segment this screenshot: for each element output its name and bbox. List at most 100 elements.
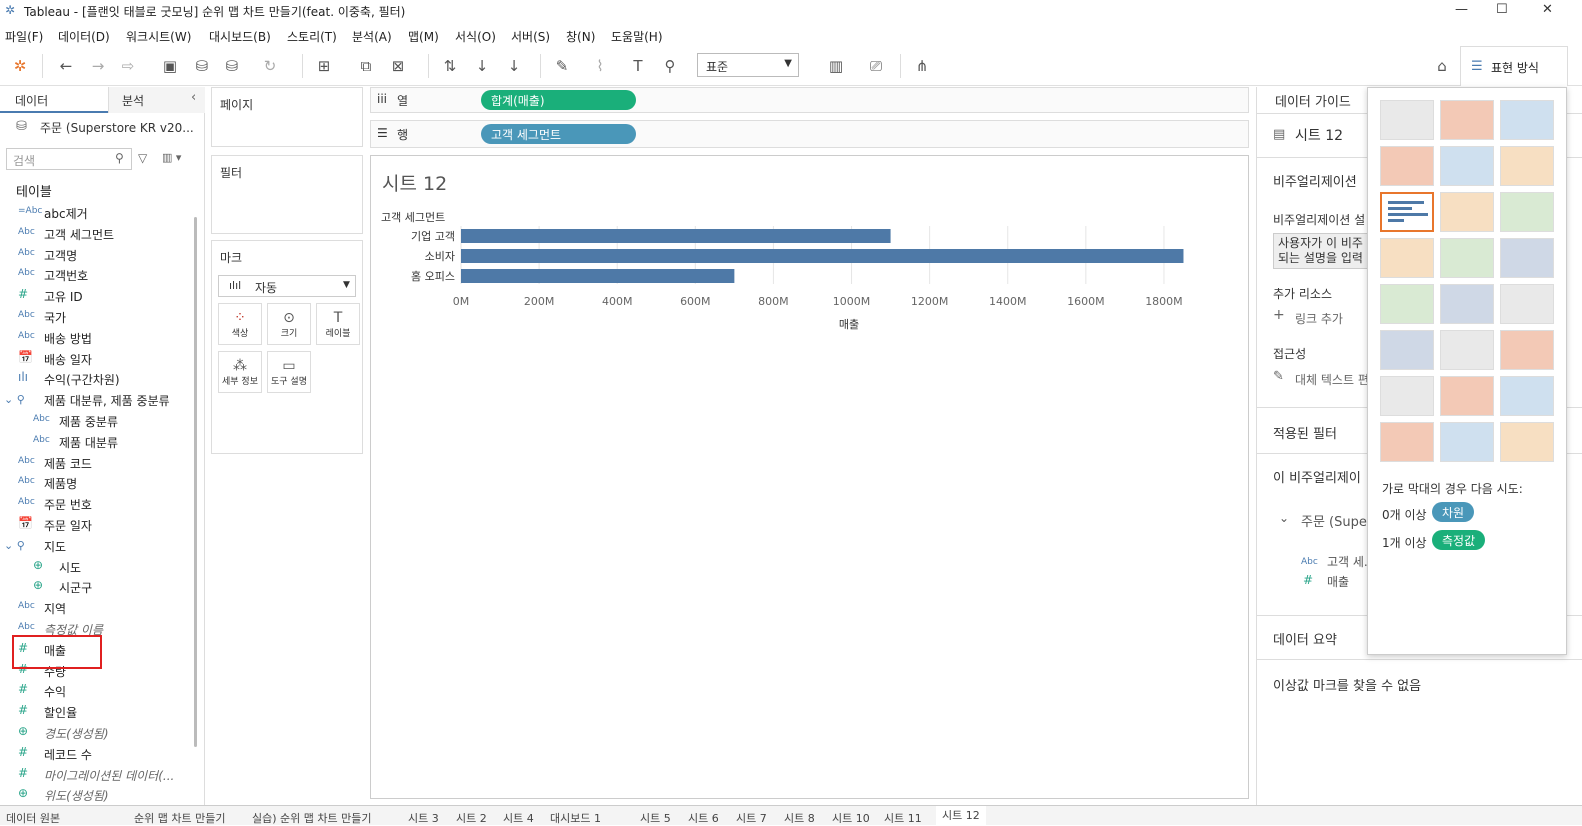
field-item[interactable]: ⊕ 시군구	[0, 577, 190, 597]
chart-type-thumbnail[interactable]	[1440, 146, 1494, 186]
chart-type-thumbnail[interactable]	[1440, 422, 1494, 462]
rows-pill[interactable]: 고객 세그먼트	[481, 124, 636, 144]
sheet-tab[interactable]: 시트 2	[456, 810, 487, 826]
field-item[interactable]: # 레코드 수	[0, 744, 190, 764]
menu-analysis[interactable]: 분석(A)	[352, 28, 392, 45]
chart-type-thumbnail[interactable]	[1500, 146, 1554, 186]
sheet-tab[interactable]: 순위 맵 차트 만들기	[134, 810, 225, 826]
field-item[interactable]: ⌄ ⚲ 지도	[0, 536, 190, 556]
field-item[interactable]: # 수익	[0, 681, 190, 701]
minimize-button[interactable]: —	[1455, 2, 1468, 17]
clear-sheet-icon[interactable]: ⊠	[388, 56, 408, 76]
redo-icon[interactable]: →	[88, 56, 108, 76]
chart-type-thumbnail[interactable]	[1380, 100, 1434, 140]
field-item[interactable]: 📅 배송 일자	[0, 349, 190, 369]
field-item[interactable]: =Abc abc제거	[0, 203, 190, 223]
menu-server[interactable]: 서버(S)	[511, 28, 550, 45]
menu-worksheet[interactable]: 워크시트(W)	[126, 28, 191, 45]
chart-type-thumbnail[interactable]	[1380, 330, 1434, 370]
field-item[interactable]: Abc 제품명	[0, 473, 190, 493]
edit-alt-text[interactable]: 대체 텍스트 편	[1295, 371, 1369, 388]
share-icon[interactable]: ⋔	[912, 56, 932, 76]
menu-dashboard[interactable]: 대시보드(B)	[209, 28, 271, 45]
sheet-tab[interactable]: 시트 11	[884, 810, 922, 826]
datasource-name[interactable]: 주문 (Superstore KR v20...	[40, 119, 194, 136]
chart-type-thumbnail[interactable]	[1500, 192, 1554, 232]
sort-asc-icon[interactable]: ↓	[472, 56, 492, 76]
group-icon[interactable]: ⌇	[590, 56, 610, 76]
new-datasource-icon[interactable]: ⛁	[192, 56, 212, 76]
detail-card[interactable]: ⁂ 세부 정보	[218, 351, 262, 393]
label-card[interactable]: T 레이블	[316, 303, 360, 345]
pin-icon[interactable]: ⚲	[660, 56, 680, 76]
search-input[interactable]: 검색 ⚲	[6, 148, 132, 170]
chart-type-thumbnail[interactable]	[1500, 238, 1554, 278]
chart-type-thumbnail[interactable]	[1440, 100, 1494, 140]
add-link[interactable]: 링크 추가	[1295, 310, 1343, 327]
sheet-tab[interactable]: 대시보드 1	[550, 810, 601, 826]
field-item[interactable]: ⊕ 경도(생성됨)	[0, 723, 190, 743]
filter-icon[interactable]: ▽	[138, 151, 147, 165]
tooltip-card[interactable]: ▭ 도구 설명	[267, 351, 311, 393]
view-options-icon[interactable]: ▥ ▾	[162, 151, 181, 164]
menu-story[interactable]: 스토리(T)	[287, 28, 337, 45]
field-item[interactable]: ⊕ 시도	[0, 557, 190, 577]
collapse-icon[interactable]: ‹	[191, 90, 196, 105]
mark-type-select[interactable]: ılıl 자동 ▼	[218, 275, 356, 297]
chart-type-thumbnail[interactable]	[1500, 422, 1554, 462]
sheet-tab[interactable]: 시트 12	[936, 806, 986, 825]
save-icon[interactable]: ▣	[160, 56, 180, 76]
field-item[interactable]: Abc 국가	[0, 307, 190, 327]
chart-type-thumbnail[interactable]	[1440, 330, 1494, 370]
color-card[interactable]: ⁘ 색상	[218, 303, 262, 345]
chart-type-thumbnail[interactable]	[1380, 284, 1434, 324]
highlight-icon[interactable]: ✎	[552, 56, 572, 76]
field-item[interactable]: Abc 배송 방법	[0, 328, 190, 348]
sheet-tab[interactable]: 시트 3	[408, 810, 439, 826]
sort-desc-icon[interactable]: ↓	[504, 56, 524, 76]
columns-shelf[interactable]: iii 열 합계(매출)	[370, 87, 1249, 113]
field-item[interactable]: Abc 제품 코드	[0, 453, 190, 473]
sheet-tab[interactable]: 시트 8	[784, 810, 815, 826]
menu-help[interactable]: 도움말(H)	[611, 28, 663, 45]
duplicate-sheet-icon[interactable]: ⧉	[356, 56, 376, 76]
field-item[interactable]: Abc 제품 대분류	[0, 432, 190, 452]
field-item[interactable]: Abc 지역	[0, 598, 190, 618]
show-cards-icon[interactable]: ▥	[826, 56, 846, 76]
menu-map[interactable]: 맵(M)	[408, 28, 439, 45]
sheet-tab[interactable]: 실습) 순위 맵 차트 만들기	[252, 810, 371, 826]
field-item[interactable]: Abc 주문 번호	[0, 494, 190, 514]
menu-window[interactable]: 창(N)	[566, 28, 595, 45]
replay-icon[interactable]: ⇨	[118, 56, 138, 76]
field-item[interactable]: ılı 수익(구간차원)	[0, 369, 190, 389]
chart-type-thumbnail[interactable]	[1440, 284, 1494, 324]
menu-format[interactable]: 서식(O)	[455, 28, 496, 45]
sheet-tab[interactable]: 시트 5	[640, 810, 671, 826]
chart-type-thumbnail[interactable]	[1500, 330, 1554, 370]
chart-type-thumbnail[interactable]	[1380, 192, 1434, 232]
chart-type-thumbnail[interactable]	[1500, 284, 1554, 324]
sheet-tab[interactable]: 시트 4	[503, 810, 534, 826]
columns-pill[interactable]: 합계(매출)	[481, 90, 636, 110]
chart-type-thumbnail[interactable]	[1380, 146, 1434, 186]
filters-shelf[interactable]: 필터	[211, 155, 363, 234]
chart-type-thumbnail[interactable]	[1440, 376, 1494, 416]
field-item[interactable]: Abc 고객명	[0, 245, 190, 265]
pages-shelf[interactable]: 페이지	[211, 87, 363, 147]
sheet-tab[interactable]: 시트 7	[736, 810, 767, 826]
maximize-button[interactable]: ☐	[1496, 2, 1508, 17]
chart-type-thumbnail[interactable]	[1380, 376, 1434, 416]
format-icon[interactable]: ⌂	[1432, 56, 1452, 76]
field-item[interactable]: Abc 고객 세그먼트	[0, 224, 190, 244]
pause-updates-icon[interactable]: ⛁	[222, 56, 242, 76]
chart-type-thumbnail[interactable]	[1500, 100, 1554, 140]
sheet-tab[interactable]: 시트 10	[832, 810, 870, 826]
rows-shelf[interactable]: ☰ 행 고객 세그먼트	[370, 120, 1249, 148]
chevron-down-icon[interactable]: ⌄	[1279, 511, 1289, 525]
chart-type-thumbnail[interactable]	[1380, 238, 1434, 278]
field-item[interactable]: ⌄ ⚲ 제품 대분류, 제품 중분류	[0, 390, 190, 410]
sheet-tab[interactable]: 시트 6	[688, 810, 719, 826]
chart-type-thumbnail[interactable]	[1500, 376, 1554, 416]
field-item[interactable]: Abc 제품 중분류	[0, 411, 190, 431]
field-item[interactable]: 📅 주문 일자	[0, 515, 190, 535]
